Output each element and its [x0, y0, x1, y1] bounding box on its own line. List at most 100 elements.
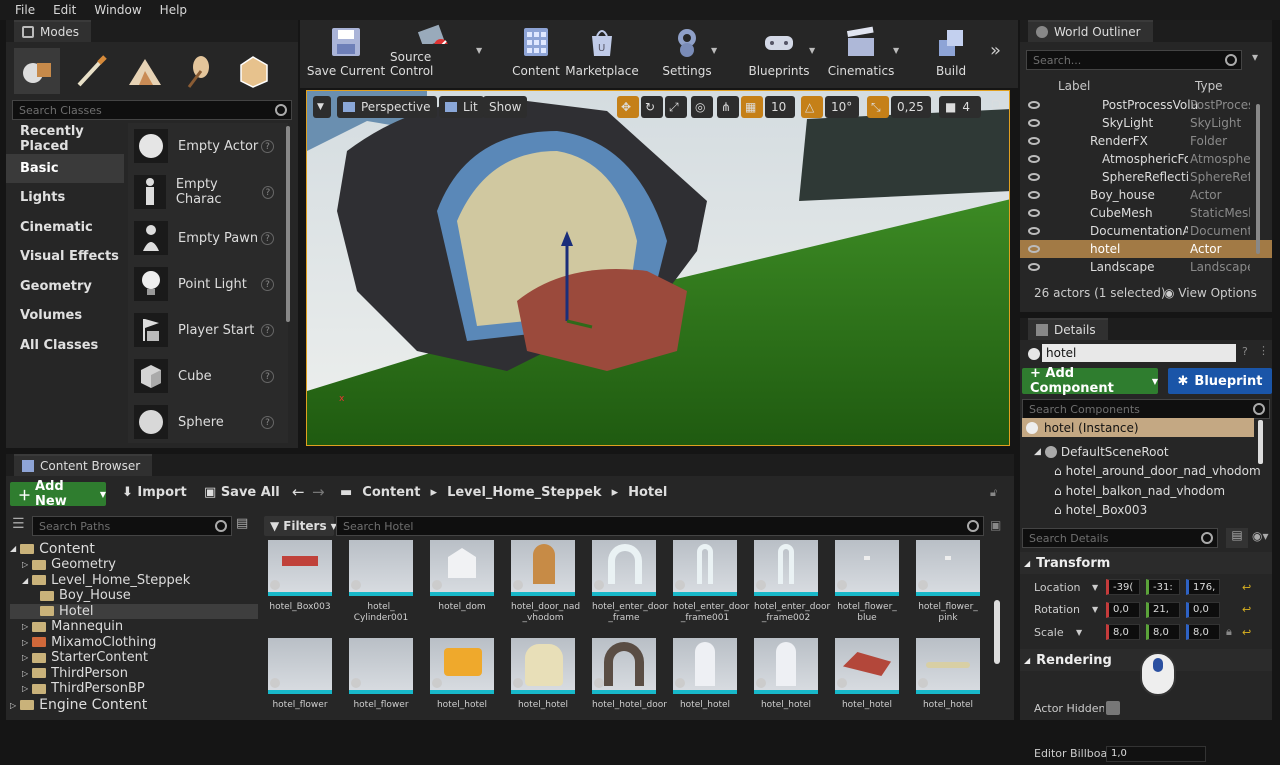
place-empty-pawn[interactable]: Empty Pawn?: [128, 215, 288, 261]
place-sphere[interactable]: Sphere?: [128, 399, 288, 445]
foliage-mode-button[interactable]: [176, 48, 222, 94]
maximize-viewport-icon[interactable]: ▢: [991, 99, 1000, 110]
component-instance-row[interactable]: hotel (Instance): [1022, 418, 1254, 437]
menu-window[interactable]: Window: [85, 3, 150, 17]
perspective-button[interactable]: Perspective: [337, 96, 437, 118]
source-control-dropdown-icon[interactable]: ▼: [476, 46, 482, 55]
outliner-row[interactable]: DocumentationActDocumenta: [1020, 222, 1272, 240]
outliner-row[interactable]: RenderFXFolder: [1020, 132, 1272, 150]
visibility-eye-icon[interactable]: [1028, 137, 1040, 145]
outliner-settings-icon[interactable]: ▾: [1252, 50, 1264, 68]
tree-boy-house[interactable]: Boy_House: [10, 588, 258, 604]
grid-size-dropdown[interactable]: 10: [765, 96, 795, 118]
asset-tile[interactable]: hotel_ Cylinder001: [349, 540, 413, 638]
chevron-down-icon[interactable]: ▼: [1092, 583, 1098, 592]
location-y-input[interactable]: -31:: [1146, 579, 1180, 595]
rotation-label[interactable]: Rotation: [1034, 603, 1080, 616]
scale-x-input[interactable]: 8,0: [1106, 624, 1140, 640]
forward-arrow-icon[interactable]: →: [312, 483, 325, 501]
place-player-start[interactable]: Player Start?: [128, 307, 288, 353]
modes-tab[interactable]: Modes: [14, 20, 91, 42]
visibility-eye-icon[interactable]: [1028, 119, 1040, 127]
asset-tile[interactable]: hotel_enter_door _frame: [592, 540, 656, 638]
tree-level-home-steppek[interactable]: ◢Level_Home_Steppek: [10, 573, 258, 589]
tree-mannequin[interactable]: ▷Mannequin: [10, 619, 258, 635]
chevron-down-icon[interactable]: ▼: [1092, 605, 1098, 614]
category-cinematic[interactable]: Cinematic: [6, 213, 124, 243]
component-row[interactable]: ◢DefaultSceneRoot: [1034, 442, 1254, 462]
add-new-button[interactable]: ＋Add New▼: [10, 482, 106, 506]
asset-tile[interactable]: hotel_flower: [268, 638, 332, 720]
place-mode-button[interactable]: [14, 48, 60, 94]
reset-arrow-icon[interactable]: ↩: [1242, 581, 1251, 594]
asset-tile[interactable]: hotel_enter_door _frame001: [673, 540, 737, 638]
property-matrix-icon[interactable]: ▤: [1226, 528, 1248, 548]
tree-content[interactable]: ◢Content: [10, 540, 258, 557]
scale-mode-button[interactable]: ⤢: [665, 96, 687, 118]
show-button[interactable]: Show: [483, 96, 527, 118]
column-type[interactable]: Type: [1195, 79, 1223, 93]
content-button[interactable]: Content: [508, 22, 564, 84]
visibility-eye-icon[interactable]: [1028, 209, 1040, 217]
scale-z-input[interactable]: 8,0: [1186, 624, 1220, 640]
outliner-search-input[interactable]: Search...: [1026, 50, 1242, 70]
search-details-input[interactable]: Search Details: [1022, 528, 1218, 548]
tree-engine-content[interactable]: ▷Engine Content: [10, 697, 258, 714]
help-icon[interactable]: ?: [261, 324, 274, 337]
help-icon[interactable]: ?: [261, 232, 274, 245]
editor-billboard-input[interactable]: 1,0: [1106, 746, 1206, 762]
visibility-eye-icon[interactable]: [1028, 191, 1040, 199]
outliner-scrollbar[interactable]: [1256, 104, 1260, 254]
asset-tile[interactable]: hotel_dom: [430, 540, 494, 638]
visibility-eye-icon[interactable]: [1028, 263, 1040, 271]
save-all-button[interactable]: ▣ Save All: [204, 485, 280, 500]
search-paths-input[interactable]: Search Paths: [32, 516, 232, 536]
outliner-row[interactable]: SkyLightSkyLight: [1020, 114, 1272, 132]
filters-button[interactable]: ▼Filters▼: [264, 516, 334, 536]
scale-y-input[interactable]: 8,0: [1146, 624, 1180, 640]
location-x-input[interactable]: -39(: [1106, 579, 1140, 595]
help-icon[interactable]: ?: [261, 140, 274, 153]
search-components-input[interactable]: Search Components: [1022, 399, 1270, 419]
actor-name-input[interactable]: hotel: [1042, 344, 1236, 362]
lock-icon[interactable]: ⋮: [1258, 344, 1269, 357]
asset-tile[interactable]: hotel_flower_ blue: [835, 540, 899, 638]
rotation-x-input[interactable]: 0,0: [1106, 602, 1140, 618]
blueprint-button[interactable]: ✱Blueprint: [1168, 368, 1272, 394]
breadcrumb-level-home[interactable]: Level_Home_Steppek: [447, 485, 602, 500]
category-volumes[interactable]: Volumes: [6, 301, 124, 331]
import-button[interactable]: ⬇ Import: [122, 485, 187, 500]
place-empty-character[interactable]: Empty Charac?: [128, 169, 288, 215]
rotate-mode-button[interactable]: ↻: [641, 96, 663, 118]
landscape-mode-button[interactable]: [122, 48, 168, 94]
surface-snap-button[interactable]: ⋔: [717, 96, 739, 118]
column-label[interactable]: Label: [1058, 79, 1090, 93]
world-space-button[interactable]: ◎: [691, 96, 713, 118]
blueprints-dropdown-icon[interactable]: ▼: [809, 46, 815, 55]
location-label[interactable]: Location: [1034, 581, 1081, 594]
lock-icon[interactable]: 🔒︎: [1226, 625, 1232, 639]
menu-help[interactable]: Help: [151, 3, 196, 17]
eye-options-icon[interactable]: ◉▾: [1252, 529, 1269, 543]
asset-tile[interactable]: hotel_hotel_door: [592, 638, 656, 720]
marketplace-button[interactable]: U Marketplace: [566, 22, 638, 84]
rotation-y-input[interactable]: 21,: [1146, 602, 1180, 618]
level-viewport[interactable]: x ▼ Perspective Lit Show ✥ ↻ ⤢ ◎ ⋔ ▦ 10 …: [306, 90, 1010, 446]
menu-edit[interactable]: Edit: [44, 3, 85, 17]
actor-hidden-checkbox[interactable]: [1106, 701, 1120, 715]
add-component-button[interactable]: + Add Component▼: [1022, 368, 1158, 394]
outliner-row[interactable]: AtmosphericFogAtmospheri: [1020, 150, 1272, 168]
transform-section[interactable]: ◢Transform: [1020, 552, 1272, 574]
menu-file[interactable]: File: [6, 3, 44, 17]
chevron-down-icon[interactable]: ▼: [1076, 628, 1082, 637]
reset-arrow-icon[interactable]: ↩: [1242, 626, 1251, 639]
visibility-eye-icon[interactable]: [1028, 101, 1040, 109]
outliner-tab[interactable]: World Outliner: [1028, 20, 1153, 42]
outliner-row[interactable]: SphereReflectiorSphereRefle: [1020, 168, 1272, 186]
grid-snap-button[interactable]: ▦: [741, 96, 763, 118]
component-row[interactable]: ⌂hotel_around_door_nad_vhodom: [1034, 462, 1254, 482]
scale-label[interactable]: Scale: [1034, 626, 1064, 639]
source-control-button[interactable]: Source Control: [390, 22, 476, 84]
component-row[interactable]: ⌂hotel_balkon_nad_vhodom: [1034, 481, 1254, 501]
geometry-mode-button[interactable]: [230, 48, 276, 94]
